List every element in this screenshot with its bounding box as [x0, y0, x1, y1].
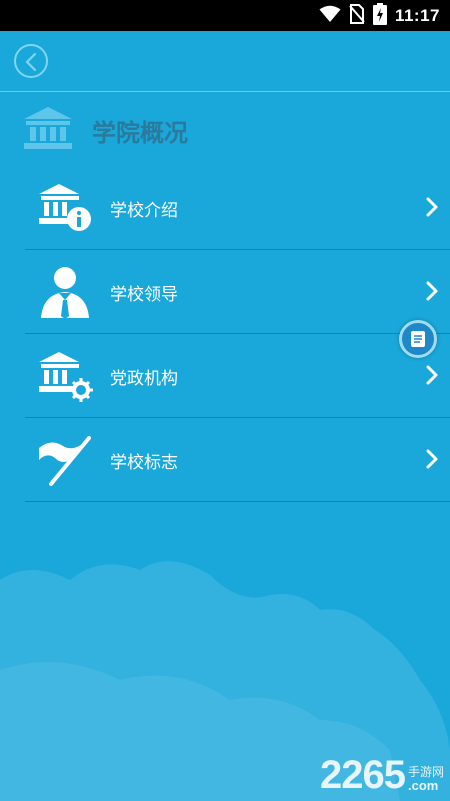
menu-item-school-intro[interactable]: 学校介绍	[25, 166, 450, 250]
menu-item-school-emblem[interactable]: 学校标志	[25, 418, 450, 502]
chevron-right-icon	[426, 449, 438, 469]
back-button[interactable]	[14, 44, 48, 78]
status-bar: 11:17	[0, 0, 450, 31]
menu-item-label: 学校领导	[110, 285, 178, 305]
chevron-right-icon	[426, 197, 438, 217]
menu-item-school-leaders[interactable]: 学校领导	[25, 250, 450, 334]
chevron-right-icon	[426, 281, 438, 301]
no-sim-icon	[349, 3, 365, 28]
watermark-number: 2265	[320, 753, 406, 797]
wifi-icon	[319, 5, 341, 27]
chevron-left-icon	[25, 53, 37, 71]
person-suit-icon	[37, 264, 93, 320]
menu-item-label: 学校介绍	[110, 201, 178, 221]
document-icon	[411, 331, 425, 347]
chevron-right-icon	[426, 365, 438, 385]
watermark-side: 手游网 .com	[407, 764, 444, 793]
institution-icon	[22, 105, 74, 155]
building-gear-icon	[37, 348, 93, 404]
flag-icon	[37, 432, 93, 488]
menu-list: 学校介绍 学校领导 党政机构 学校标志	[25, 166, 450, 502]
section-header: 学院概况	[22, 104, 188, 156]
status-icons: 11:17	[319, 0, 440, 31]
section-title: 学院概况	[92, 118, 188, 147]
menu-item-label: 学校标志	[110, 453, 178, 473]
top-divider	[0, 91, 450, 92]
building-info-icon	[37, 180, 93, 236]
menu-item-party-admin[interactable]: 党政机构	[25, 334, 450, 418]
floating-document-button[interactable]	[399, 320, 437, 358]
battery-charging-icon	[372, 2, 387, 29]
status-time: 11:17	[394, 5, 440, 25]
watermark-domain: .com	[407, 777, 439, 793]
menu-item-label: 党政机构	[110, 369, 178, 389]
top-bar	[0, 31, 450, 91]
watermark-site-name: 手游网	[407, 764, 444, 779]
watermark: 2265 手游网 .com	[320, 755, 444, 795]
